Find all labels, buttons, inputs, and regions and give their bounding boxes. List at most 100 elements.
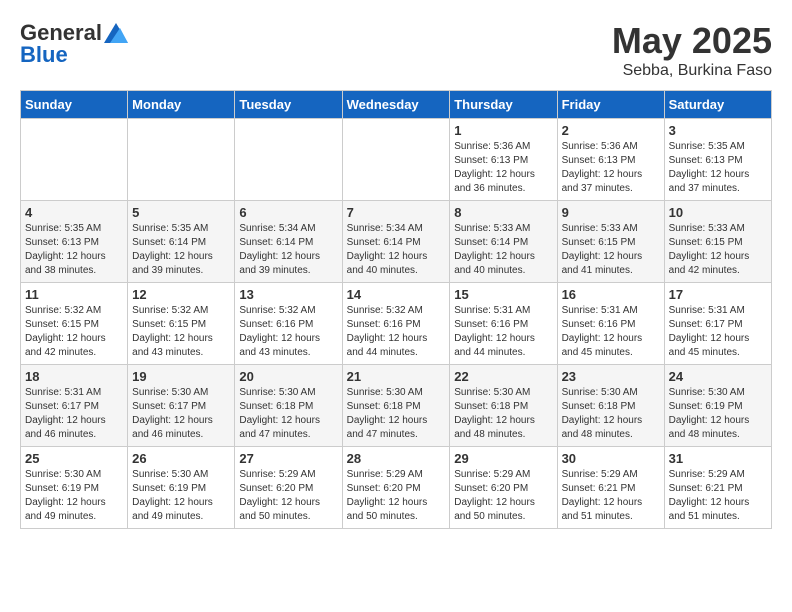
day-number: 29	[454, 451, 552, 466]
day-number: 9	[562, 205, 660, 220]
calendar-week-row: 25 Sunrise: 5:30 AMSunset: 6:19 PMDayligh…	[21, 447, 772, 529]
day-number: 19	[132, 369, 230, 384]
day-info: Sunrise: 5:33 AMSunset: 6:14 PMDaylight:…	[454, 222, 552, 278]
calendar-cell: 6Sunrise: 5:34 AMSunset: 6:14 PMDaylight…	[235, 201, 342, 283]
calendar-cell: 29 Sunrise: 5:29 AMSunset: 6:20 PMDayligh…	[450, 447, 557, 529]
calendar-cell: 24 Sunrise: 5:30 AMSunset: 6:19 PMDayligh…	[664, 365, 771, 447]
calendar-cell: 31Sunrise: 5:29 AMSunset: 6:21 PMDayligh…	[664, 447, 771, 529]
day-info: Sunrise: 5:30 AMSunset: 6:18 PMDaylight:…	[562, 386, 660, 442]
day-number: 26	[132, 451, 230, 466]
calendar-cell: 26 Sunrise: 5:30 AMSunset: 6:19 PMDayligh…	[128, 447, 235, 529]
day-number: 13	[239, 287, 337, 302]
day-info: Sunrise: 5:30 AMSunset: 6:19 PMDaylight:…	[25, 468, 123, 524]
weekday-header-wednesday: Wednesday	[342, 91, 450, 119]
day-number: 1	[454, 123, 552, 138]
calendar-cell: 8 Sunrise: 5:33 AMSunset: 6:14 PMDaylight…	[450, 201, 557, 283]
calendar-cell	[21, 119, 128, 201]
logo-icon	[104, 23, 128, 43]
day-info: Sunrise: 5:29 AMSunset: 6:20 PMDaylight:…	[239, 468, 337, 524]
day-info: Sunrise: 5:32 AMSunset: 6:15 PMDaylight:…	[25, 304, 123, 360]
day-number: 3	[669, 123, 767, 138]
calendar-cell: 12Sunrise: 5:32 AMSunset: 6:15 PMDayligh…	[128, 283, 235, 365]
calendar-week-row: 4 Sunrise: 5:35 AMSunset: 6:13 PMDaylight…	[21, 201, 772, 283]
day-info: Sunrise: 5:30 AMSunset: 6:19 PMDaylight:…	[132, 468, 230, 524]
day-info: Sunrise: 5:33 AMSunset: 6:15 PMDaylight:…	[669, 222, 767, 278]
calendar-cell: 23 Sunrise: 5:30 AMSunset: 6:18 PMDayligh…	[557, 365, 664, 447]
day-info: Sunrise: 5:29 AMSunset: 6:21 PMDaylight:…	[669, 468, 767, 524]
day-info: Sunrise: 5:30 AMSunset: 6:19 PMDaylight:…	[669, 386, 767, 442]
day-number: 10	[669, 205, 767, 220]
weekday-header-sunday: Sunday	[21, 91, 128, 119]
calendar-cell: 28Sunrise: 5:29 AMSunset: 6:20 PMDayligh…	[342, 447, 450, 529]
page-subtitle: Sebba, Burkina Faso	[612, 62, 772, 80]
calendar-cell: 16 Sunrise: 5:31 AMSunset: 6:16 PMDayligh…	[557, 283, 664, 365]
day-info: Sunrise: 5:31 AMSunset: 6:16 PMDaylight:…	[562, 304, 660, 360]
day-info: Sunrise: 5:35 AMSunset: 6:13 PMDaylight:…	[669, 140, 767, 196]
day-number: 5	[132, 205, 230, 220]
logo: General Blue	[20, 20, 128, 68]
day-info: Sunrise: 5:31 AMSunset: 6:17 PMDaylight:…	[669, 304, 767, 360]
day-number: 8	[454, 205, 552, 220]
day-number: 24	[669, 369, 767, 384]
weekday-header-saturday: Saturday	[664, 91, 771, 119]
day-number: 27	[239, 451, 337, 466]
calendar-cell: 25 Sunrise: 5:30 AMSunset: 6:19 PMDayligh…	[21, 447, 128, 529]
calendar-week-row: 18Sunrise: 5:31 AMSunset: 6:17 PMDayligh…	[21, 365, 772, 447]
calendar-cell: 21 Sunrise: 5:30 AMSunset: 6:18 PMDayligh…	[342, 365, 450, 447]
weekday-header-tuesday: Tuesday	[235, 91, 342, 119]
calendar-cell: 20 Sunrise: 5:30 AMSunset: 6:18 PMDayligh…	[235, 365, 342, 447]
calendar-cell: 17 Sunrise: 5:31 AMSunset: 6:17 PMDayligh…	[664, 283, 771, 365]
calendar-cell: 1 Sunrise: 5:36 AMSunset: 6:13 PMDaylight…	[450, 119, 557, 201]
day-info: Sunrise: 5:32 AMSunset: 6:16 PMDaylight:…	[239, 304, 337, 360]
day-number: 14	[347, 287, 446, 302]
calendar-cell: 3 Sunrise: 5:35 AMSunset: 6:13 PMDaylight…	[664, 119, 771, 201]
calendar-cell: 5 Sunrise: 5:35 AMSunset: 6:14 PMDaylight…	[128, 201, 235, 283]
day-info: Sunrise: 5:32 AMSunset: 6:15 PMDaylight:…	[132, 304, 230, 360]
day-number: 18	[25, 369, 123, 384]
day-info: Sunrise: 5:34 AMSunset: 6:14 PMDaylight:…	[347, 222, 446, 278]
calendar-table: SundayMondayTuesdayWednesdayThursdayFrid…	[20, 90, 772, 529]
calendar-cell: 19Sunrise: 5:30 AMSunset: 6:17 PMDayligh…	[128, 365, 235, 447]
calendar-week-row: 1 Sunrise: 5:36 AMSunset: 6:13 PMDaylight…	[21, 119, 772, 201]
weekday-header-thursday: Thursday	[450, 91, 557, 119]
day-number: 2	[562, 123, 660, 138]
day-info: Sunrise: 5:33 AMSunset: 6:15 PMDaylight:…	[562, 222, 660, 278]
day-info: Sunrise: 5:32 AMSunset: 6:16 PMDaylight:…	[347, 304, 446, 360]
page-header: General Blue May 2025 Sebba, Burkina Fas…	[20, 20, 772, 80]
day-info: Sunrise: 5:36 AMSunset: 6:13 PMDaylight:…	[562, 140, 660, 196]
day-number: 23	[562, 369, 660, 384]
day-number: 25	[25, 451, 123, 466]
day-info: Sunrise: 5:35 AMSunset: 6:14 PMDaylight:…	[132, 222, 230, 278]
day-info: Sunrise: 5:29 AMSunset: 6:20 PMDaylight:…	[454, 468, 552, 524]
day-info: Sunrise: 5:29 AMSunset: 6:20 PMDaylight:…	[347, 468, 446, 524]
calendar-cell: 11 Sunrise: 5:32 AMSunset: 6:15 PMDayligh…	[21, 283, 128, 365]
title-block: May 2025 Sebba, Burkina Faso	[612, 20, 772, 80]
day-number: 20	[239, 369, 337, 384]
day-info: Sunrise: 5:35 AMSunset: 6:13 PMDaylight:…	[25, 222, 123, 278]
calendar-cell: 9 Sunrise: 5:33 AMSunset: 6:15 PMDaylight…	[557, 201, 664, 283]
day-info: Sunrise: 5:30 AMSunset: 6:18 PMDaylight:…	[347, 386, 446, 442]
day-number: 6	[239, 205, 337, 220]
weekday-header-monday: Monday	[128, 91, 235, 119]
logo-blue-text: Blue	[20, 42, 68, 68]
day-number: 21	[347, 369, 446, 384]
day-info: Sunrise: 5:30 AMSunset: 6:18 PMDaylight:…	[239, 386, 337, 442]
calendar-cell: 10 Sunrise: 5:33 AMSunset: 6:15 PMDayligh…	[664, 201, 771, 283]
day-number: 16	[562, 287, 660, 302]
calendar-cell: 22Sunrise: 5:30 AMSunset: 6:18 PMDayligh…	[450, 365, 557, 447]
calendar-cell: 27 Sunrise: 5:29 AMSunset: 6:20 PMDayligh…	[235, 447, 342, 529]
day-number: 4	[25, 205, 123, 220]
day-number: 7	[347, 205, 446, 220]
day-info: Sunrise: 5:36 AMSunset: 6:13 PMDaylight:…	[454, 140, 552, 196]
day-info: Sunrise: 5:31 AMSunset: 6:16 PMDaylight:…	[454, 304, 552, 360]
calendar-week-row: 11 Sunrise: 5:32 AMSunset: 6:15 PMDayligh…	[21, 283, 772, 365]
day-number: 17	[669, 287, 767, 302]
calendar-cell	[342, 119, 450, 201]
day-number: 11	[25, 287, 123, 302]
calendar-cell	[235, 119, 342, 201]
calendar-cell: 4 Sunrise: 5:35 AMSunset: 6:13 PMDaylight…	[21, 201, 128, 283]
day-info: Sunrise: 5:30 AMSunset: 6:18 PMDaylight:…	[454, 386, 552, 442]
day-number: 30	[562, 451, 660, 466]
page-title: May 2025	[612, 20, 772, 62]
calendar-cell	[128, 119, 235, 201]
